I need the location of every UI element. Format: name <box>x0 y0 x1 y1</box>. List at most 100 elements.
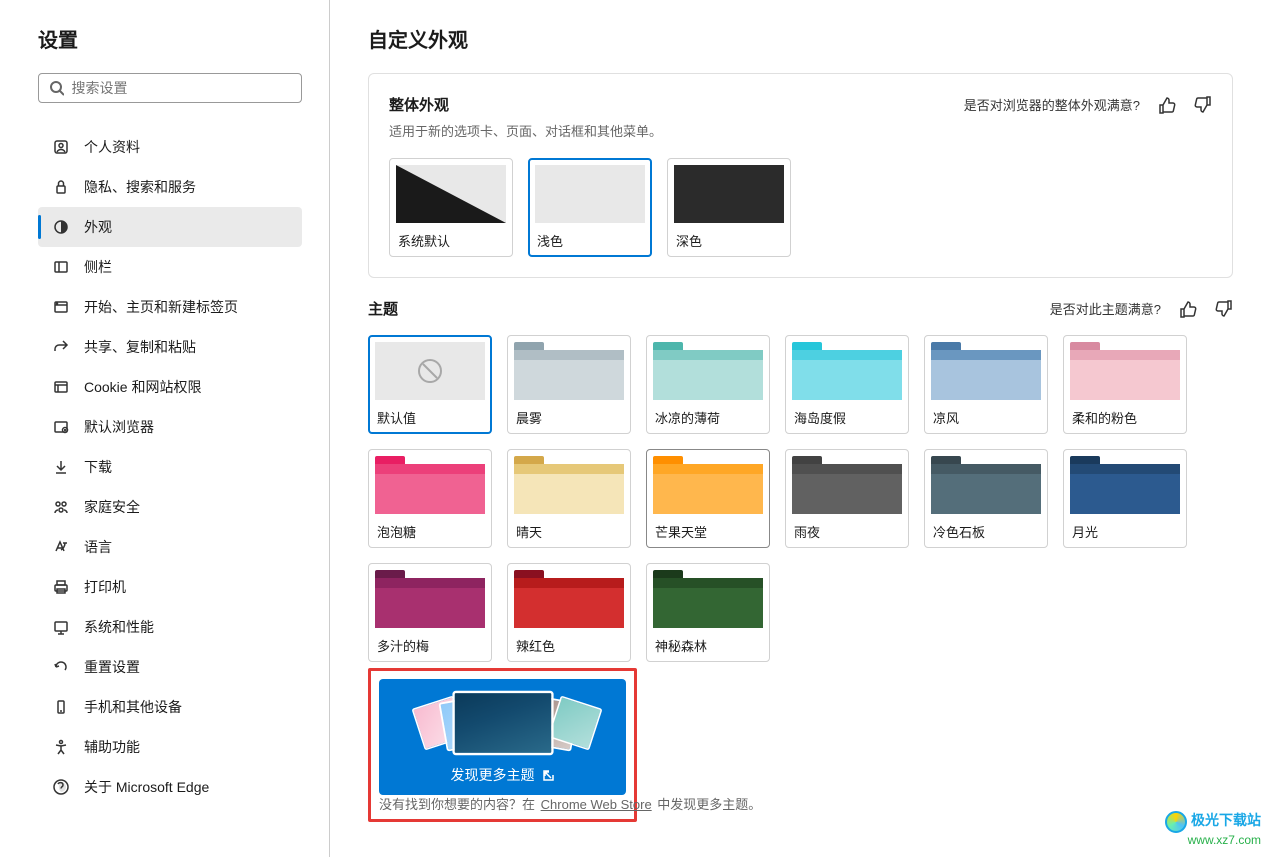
start-icon <box>52 298 70 316</box>
watermark-icon <box>1165 811 1187 833</box>
share-icon <box>52 338 70 356</box>
appearance-icon <box>52 218 70 236</box>
sidebar-icon <box>52 258 70 276</box>
tile-label: 海岛度假 <box>792 408 902 427</box>
nav-list: 个人资料隐私、搜索和服务外观侧栏开始、主页和新建标签页共享、复制和粘贴 Cooki… <box>38 127 301 807</box>
overall-tile-light[interactable]: 浅色 <box>528 158 652 257</box>
tile-label: 雨夜 <box>792 522 902 541</box>
search-box[interactable] <box>38 73 302 103</box>
tile-label: 系统默认 <box>396 231 506 250</box>
tile-preview <box>792 342 902 400</box>
content: 自定义外观 整体外观 是否对浏览器的整体外观满意? 适用于新的选项卡、页面、对话… <box>330 0 1271 857</box>
tile-label: 深色 <box>674 231 784 250</box>
sidebar-item-sidebar[interactable]: 侧栏 <box>38 247 302 287</box>
sidebar-item-phone[interactable]: 手机和其他设备 <box>38 687 302 727</box>
themes-rate-label: 是否对此主题满意? <box>1050 299 1161 318</box>
thumbs-up-icon[interactable] <box>1158 96 1176 114</box>
sidebar-item-label: 家庭安全 <box>84 497 140 517</box>
tile-label: 神秘森林 <box>653 636 763 655</box>
watermark: 极光下载站 www.xz7.com <box>1165 811 1261 847</box>
theme-tile-sunny[interactable]: 晴天 <box>507 449 631 548</box>
theme-fan-art <box>389 689 616 757</box>
sidebar-item-about[interactable]: 关于 Microsoft Edge <box>38 767 302 807</box>
sidebar-item-label: 共享、复制和粘贴 <box>84 337 196 357</box>
sidebar-item-cookies[interactable]: Cookie 和网站权限 <box>38 367 302 407</box>
theme-tile-mint[interactable]: 冰凉的薄荷 <box>646 335 770 434</box>
tile-label: 泡泡糖 <box>375 522 485 541</box>
theme-tile-breeze[interactable]: 凉风 <box>924 335 1048 434</box>
sidebar-item-languages[interactable]: 语言 <box>38 527 302 567</box>
search-input[interactable] <box>72 80 291 96</box>
sidebar-item-label: 语言 <box>84 537 112 557</box>
sidebar-item-label: 手机和其他设备 <box>84 697 182 717</box>
sidebar-item-reset[interactable]: 重置设置 <box>38 647 302 687</box>
highlight-annotation: 发现更多主题 没有找到你想要的内容？在 Chrome Web Store 中发现… <box>368 668 637 822</box>
tile-label: 浅色 <box>535 231 645 250</box>
theme-tile-plum[interactable]: 多汁的梅 <box>368 563 492 662</box>
sidebar-item-label: 下载 <box>84 457 112 477</box>
settings-title: 设置 <box>38 24 301 53</box>
external-link-icon <box>541 768 555 782</box>
sidebar-item-profile[interactable]: 个人资料 <box>38 127 302 167</box>
overall-tile-dark[interactable]: 深色 <box>667 158 791 257</box>
overall-rating: 是否对浏览器的整体外观满意? <box>964 95 1212 114</box>
thumbs-down-icon[interactable] <box>1194 96 1212 114</box>
sidebar-item-start[interactable]: 开始、主页和新建标签页 <box>38 287 302 327</box>
overall-appearance-panel: 整体外观 是否对浏览器的整体外观满意? 适用于新的选项卡、页面、对话框和其他菜单… <box>368 73 1233 278</box>
tile-label: 辣红色 <box>514 636 624 655</box>
tile-preview <box>514 570 624 628</box>
theme-tile-default[interactable]: 默认值 <box>368 335 492 434</box>
overall-tile-system[interactable]: 系统默认 <box>389 158 513 257</box>
sidebar: 设置 个人资料隐私、搜索和服务外观侧栏开始、主页和新建标签页共享、复制和粘贴 Co… <box>0 0 330 857</box>
tile-preview <box>375 456 485 514</box>
sidebar-item-system[interactable]: 系统和性能 <box>38 607 302 647</box>
themes-title: 主题 <box>368 298 398 319</box>
tile-preview <box>396 165 506 223</box>
theme-tiles: 默认值 晨雾 冰凉的薄荷 海岛度假 凉风 柔和的粉色泡泡糖 晴天芒果天堂雨夜 冷色石板月光多汁… <box>368 335 1233 662</box>
theme-tile-chili[interactable]: 辣红色 <box>507 563 631 662</box>
sidebar-item-downloads[interactable]: 下载 <box>38 447 302 487</box>
tile-label: 默认值 <box>375 408 485 427</box>
reset-icon <box>52 658 70 676</box>
theme-tile-softpink[interactable]: 柔和的粉色 <box>1063 335 1187 434</box>
sidebar-item-accessibility[interactable]: 辅助功能 <box>38 727 302 767</box>
thumbs-up-icon[interactable] <box>1179 300 1197 318</box>
tile-label: 柔和的粉色 <box>1070 408 1180 427</box>
sidebar-item-label: Cookie 和网站权限 <box>84 377 201 397</box>
default-icon <box>52 418 70 436</box>
tile-label: 冰凉的薄荷 <box>653 408 763 427</box>
theme-tile-island[interactable]: 海岛度假 <box>785 335 909 434</box>
sidebar-item-label: 侧栏 <box>84 257 112 277</box>
overall-tiles: 系统默认 浅色 深色 <box>389 158 1212 257</box>
discover-more-themes[interactable]: 发现更多主题 <box>379 679 626 795</box>
tile-label: 凉风 <box>931 408 1041 427</box>
theme-tile-moon[interactable]: 月光 <box>1063 449 1187 548</box>
privacy-icon <box>52 178 70 196</box>
tile-label: 晨雾 <box>514 408 624 427</box>
tile-preview <box>535 165 645 223</box>
sidebar-item-appearance[interactable]: 外观 <box>38 207 302 247</box>
theme-tile-mist[interactable]: 晨雾 <box>507 335 631 434</box>
sidebar-item-label: 关于 Microsoft Edge <box>84 777 209 797</box>
sidebar-item-label: 打印机 <box>84 577 126 597</box>
theme-tile-slate[interactable]: 冷色石板 <box>924 449 1048 548</box>
themes-section: 主题 是否对此主题满意? 默认值 晨雾 冰凉的薄荷 海岛度假 凉风 柔和的粉色泡泡糖 晴天芒… <box>368 298 1233 822</box>
sidebar-item-label: 隐私、搜索和服务 <box>84 177 196 197</box>
chrome-webstore-link[interactable]: Chrome Web Store <box>541 797 652 812</box>
theme-tile-rainy[interactable]: 雨夜 <box>785 449 909 548</box>
watermark-url: www.xz7.com <box>1165 833 1261 847</box>
profile-icon <box>52 138 70 156</box>
themes-rating: 是否对此主题满意? <box>1050 299 1233 318</box>
tile-preview <box>653 342 763 400</box>
sidebar-item-share[interactable]: 共享、复制和粘贴 <box>38 327 302 367</box>
theme-tile-bubblegum[interactable]: 泡泡糖 <box>368 449 492 548</box>
theme-tile-mango[interactable]: 芒果天堂 <box>646 449 770 548</box>
sidebar-item-printers[interactable]: 打印机 <box>38 567 302 607</box>
sidebar-item-default[interactable]: 默认浏览器 <box>38 407 302 447</box>
overall-title: 整体外观 <box>389 94 449 115</box>
sidebar-item-label: 外观 <box>84 217 112 237</box>
theme-tile-forest[interactable]: 神秘森林 <box>646 563 770 662</box>
thumbs-down-icon[interactable] <box>1215 300 1233 318</box>
sidebar-item-privacy[interactable]: 隐私、搜索和服务 <box>38 167 302 207</box>
sidebar-item-family[interactable]: 家庭安全 <box>38 487 302 527</box>
